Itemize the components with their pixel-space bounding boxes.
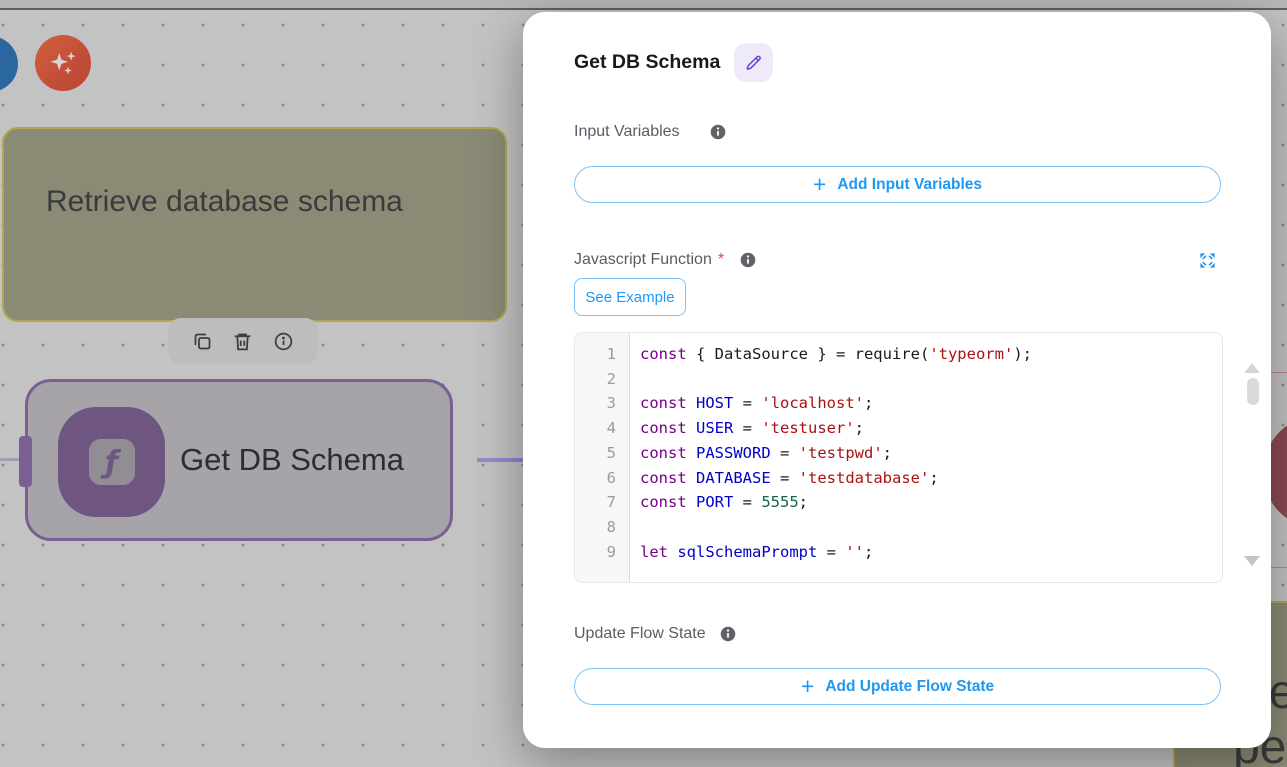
- js-function-label: Javascript Function: [574, 251, 712, 269]
- node-toolbar: [168, 318, 318, 364]
- code-line[interactable]: [640, 367, 1222, 392]
- copy-node-button[interactable]: [191, 330, 213, 352]
- node-get-db-schema[interactable]: ƒ Get DB Schema: [25, 379, 453, 541]
- scrollbar-thumb[interactable]: [1247, 378, 1259, 405]
- code-line[interactable]: const PASSWORD = 'testpwd';: [640, 441, 1222, 466]
- code-line[interactable]: const USER = 'testuser';: [640, 416, 1222, 441]
- ai-assistant-button[interactable]: [35, 35, 91, 91]
- canvas-top-edge: [0, 0, 1287, 10]
- node-info-button[interactable]: [273, 330, 295, 352]
- plus-icon: +: [801, 676, 814, 696]
- line-number: 5: [575, 441, 616, 466]
- add-update-flow-state-button[interactable]: + Add Update Flow State: [574, 668, 1221, 705]
- line-number: 3: [575, 391, 616, 416]
- trash-icon: [232, 331, 253, 352]
- info-icon[interactable]: [720, 626, 736, 642]
- line-number: 9: [575, 540, 616, 565]
- delete-node-button[interactable]: [232, 330, 254, 352]
- code-line[interactable]: let sqlSchemaPrompt = '';: [640, 540, 1222, 565]
- input-variables-label: Input Variables: [574, 123, 680, 141]
- outgoing-edge: [477, 458, 524, 462]
- code-gutter: 123456789: [575, 333, 630, 582]
- code-editor[interactable]: 123456789 const { DataSource } = require…: [574, 332, 1223, 583]
- plus-icon: +: [813, 174, 826, 194]
- required-asterisk: *: [718, 251, 724, 269]
- code-line[interactable]: const DATABASE = 'testdatabase';: [640, 466, 1222, 491]
- flow-canvas[interactable]: Retrieve database schema: [0, 0, 1287, 767]
- scroll-up-arrow[interactable]: [1244, 363, 1260, 373]
- edit-title-button[interactable]: [734, 43, 773, 82]
- code-line[interactable]: const { DataSource } = require('typeorm'…: [640, 342, 1222, 367]
- add-input-variables-button[interactable]: + Add Input Variables: [574, 166, 1221, 203]
- scroll-down-arrow[interactable]: [1244, 556, 1260, 566]
- update-flow-state-label: Update Flow State: [574, 625, 706, 643]
- line-number: 2: [575, 367, 616, 392]
- line-number: 4: [575, 416, 616, 441]
- line-number: 1: [575, 342, 616, 367]
- code-line[interactable]: [640, 515, 1222, 540]
- function-glyph: ƒ: [89, 439, 135, 485]
- pencil-icon: [745, 54, 763, 72]
- panel-title: Get DB Schema: [574, 51, 720, 74]
- incoming-edge: [0, 458, 20, 461]
- node-label: Retrieve database schema: [46, 177, 485, 227]
- info-circle-icon: [273, 331, 294, 352]
- expand-editor-button[interactable]: [1198, 250, 1218, 270]
- line-number: 8: [575, 515, 616, 540]
- code-line[interactable]: const PORT = 5555;: [640, 490, 1222, 515]
- copy-icon: [192, 331, 213, 352]
- line-number: 7: [575, 490, 616, 515]
- see-example-button[interactable]: See Example: [574, 278, 686, 316]
- sparkles-icon: [48, 48, 78, 78]
- info-icon[interactable]: [710, 124, 726, 140]
- node-config-panel: Get DB Schema Input Variables + Add Inpu…: [523, 12, 1271, 748]
- code-line[interactable]: const HOST = 'localhost';: [640, 391, 1222, 416]
- code-lines[interactable]: const { DataSource } = require('typeorm'…: [630, 333, 1222, 582]
- line-number: 6: [575, 466, 616, 491]
- function-node-icon: ƒ: [58, 407, 165, 517]
- info-icon[interactable]: [740, 252, 756, 268]
- node-input-handle[interactable]: [19, 436, 32, 487]
- blue-round-button[interactable]: [0, 36, 18, 92]
- expand-icon: [1198, 251, 1218, 270]
- node-retrieve-database-schema[interactable]: Retrieve database schema: [2, 127, 507, 322]
- node-label: Get DB Schema: [180, 382, 404, 538]
